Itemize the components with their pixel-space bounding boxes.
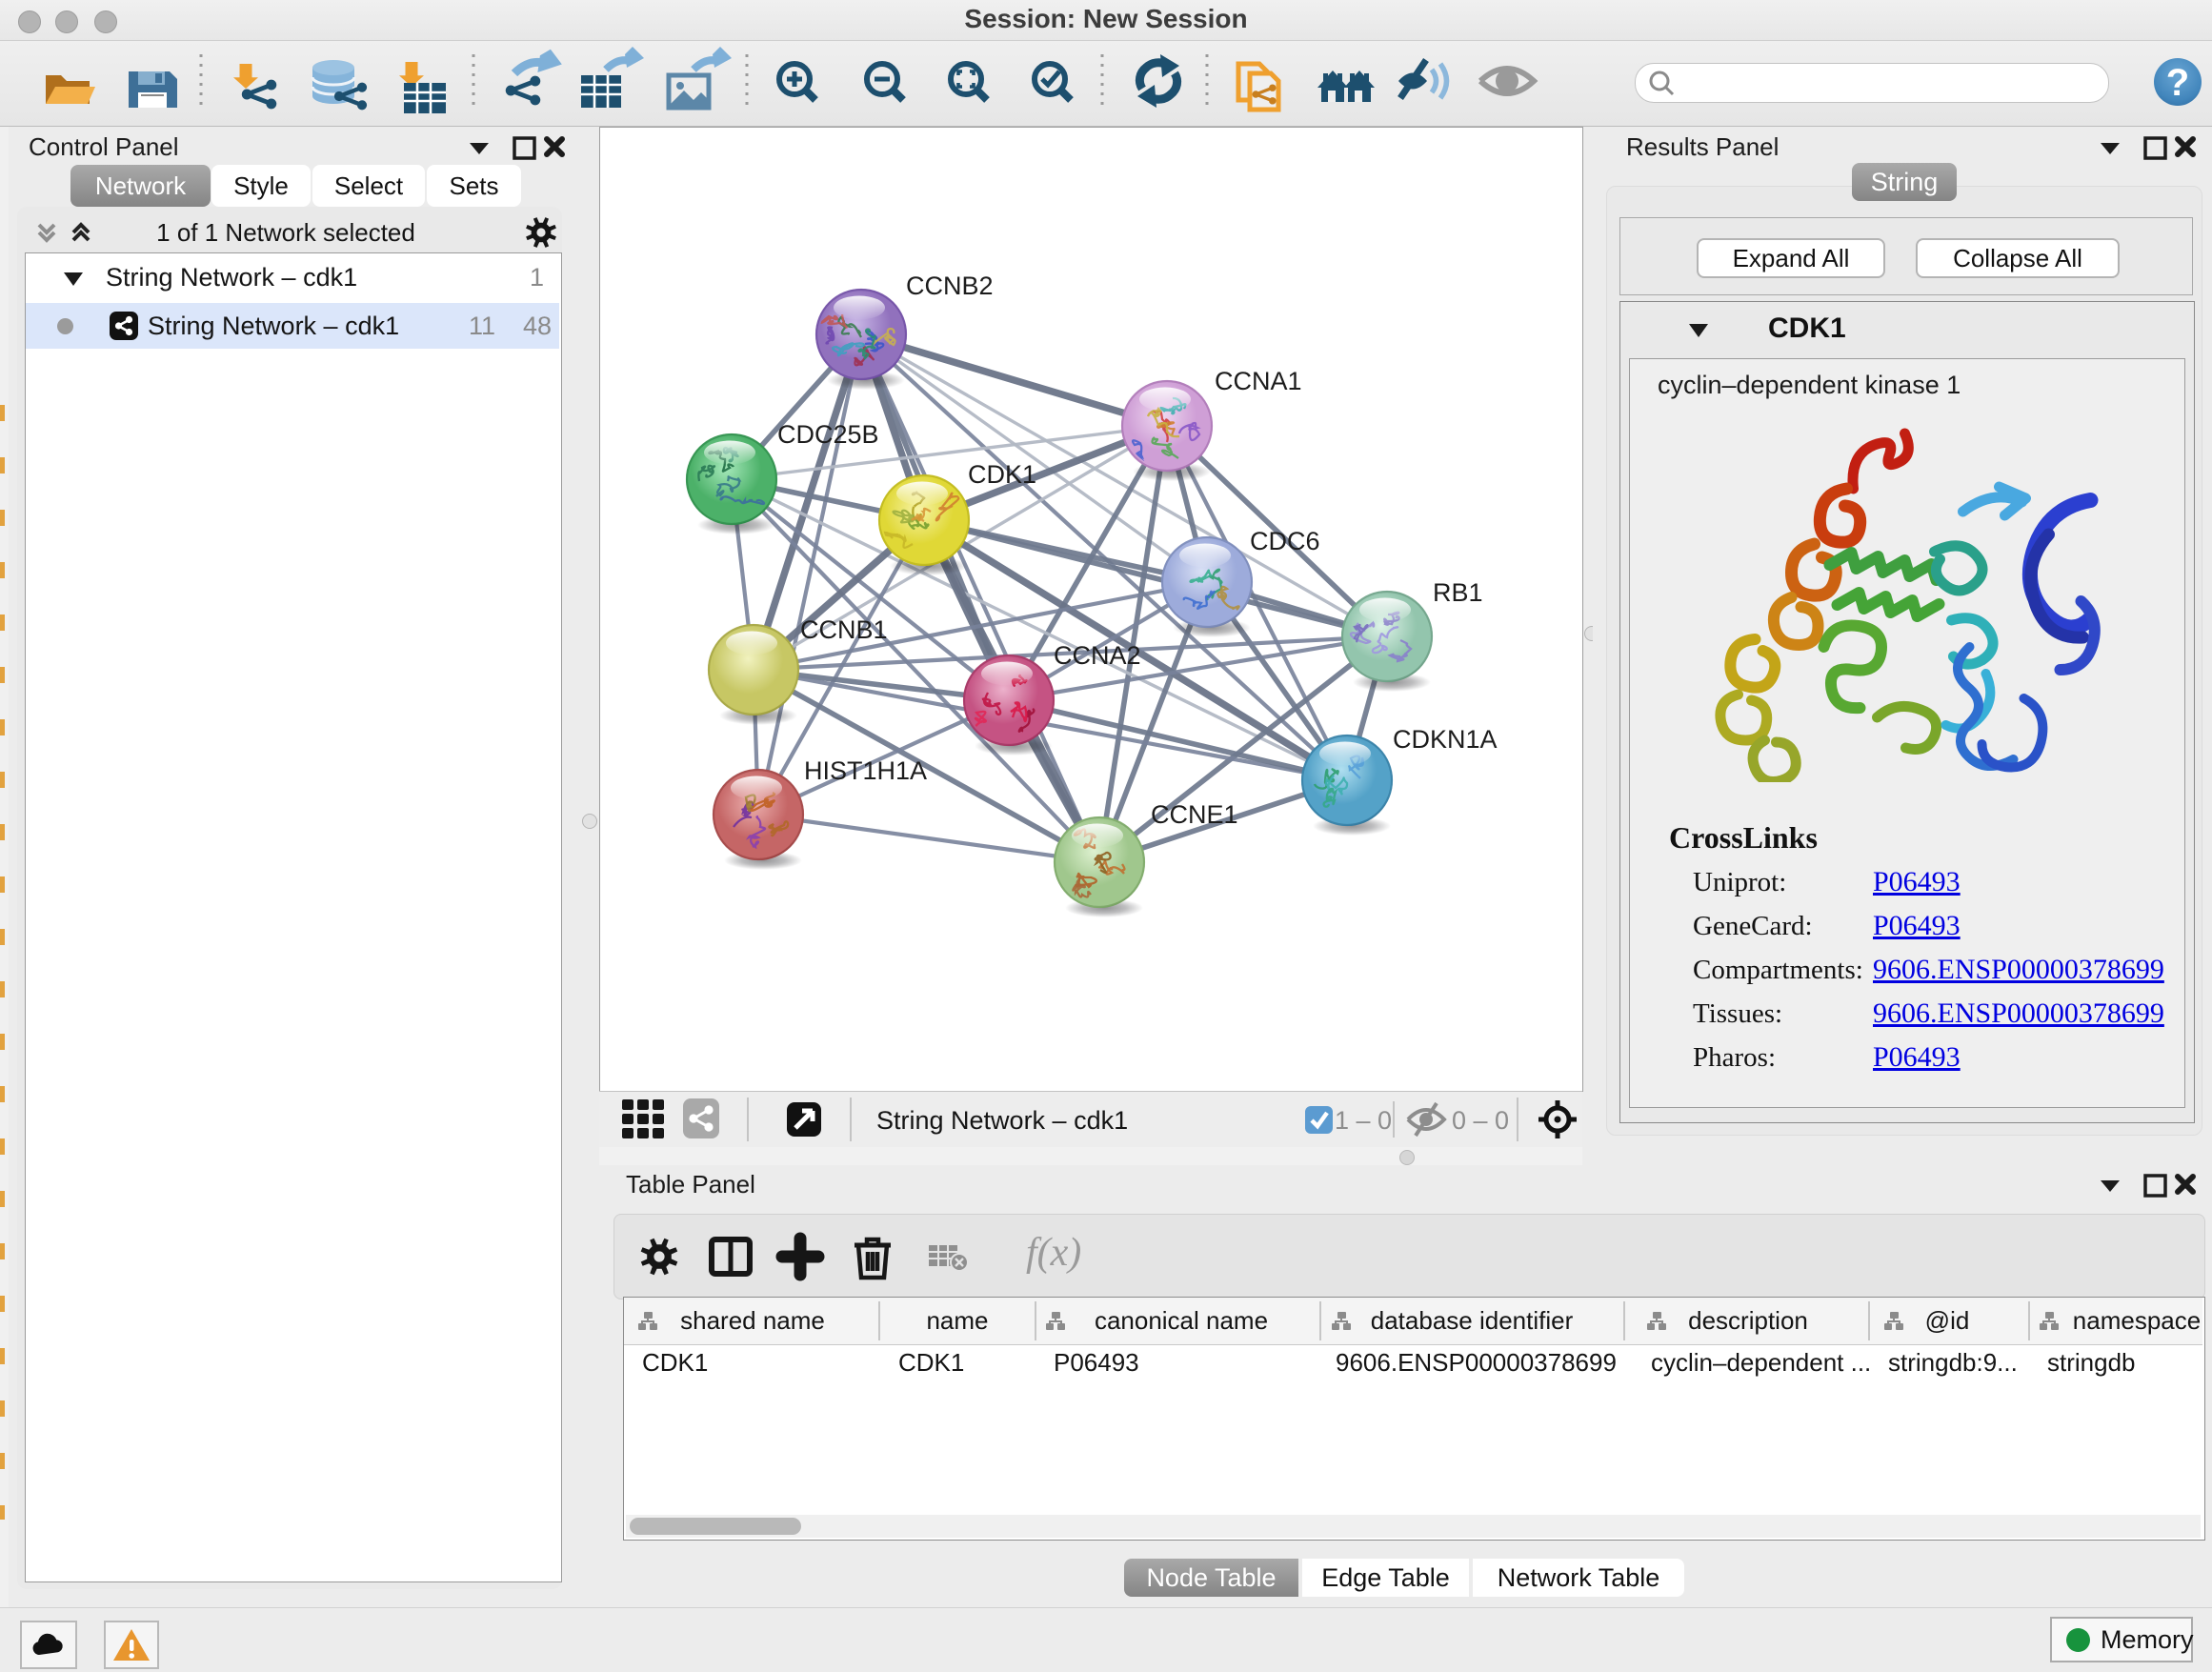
svg-text:RB1: RB1 [1433,578,1483,607]
svg-text:CDK1: CDK1 [898,1348,964,1377]
svg-text:CDC6: CDC6 [1250,527,1320,555]
svg-text:P06493: P06493 [1054,1348,1139,1377]
svg-text:canonical name: canonical name [1095,1306,1268,1335]
svg-text:CCNA2: CCNA2 [1054,641,1141,670]
svg-text:stringdb: stringdb [2047,1348,2136,1377]
svg-text:description: description [1688,1306,1808,1335]
svg-text:CCNB2: CCNB2 [906,272,994,300]
svg-text:CDK1: CDK1 [642,1348,708,1377]
svg-text:name: name [926,1306,988,1335]
svg-text:CCNB1: CCNB1 [800,615,888,644]
svg-text:stringdb:9...: stringdb:9... [1888,1348,2018,1377]
svg-text:CDKN1A: CDKN1A [1393,725,1498,754]
svg-text:CCNA1: CCNA1 [1215,367,1302,395]
svg-text:CCNE1: CCNE1 [1151,800,1238,829]
svg-text:@id: @id [1925,1306,1970,1335]
svg-text:cyclin–dependent ...: cyclin–dependent ... [1651,1348,1871,1377]
svg-text:9606.ENSP00000378699: 9606.ENSP00000378699 [1336,1348,1617,1377]
svg-text:shared name: shared name [680,1306,825,1335]
svg-text:namespace: namespace [2073,1306,2201,1335]
svg-text:database identifier: database identifier [1371,1306,1574,1335]
svg-text:CDC25B: CDC25B [777,420,879,449]
svg-text:?: ? [2166,62,2189,104]
svg-text:HIST1H1A: HIST1H1A [804,756,927,785]
svg-text:CDK1: CDK1 [968,460,1036,489]
